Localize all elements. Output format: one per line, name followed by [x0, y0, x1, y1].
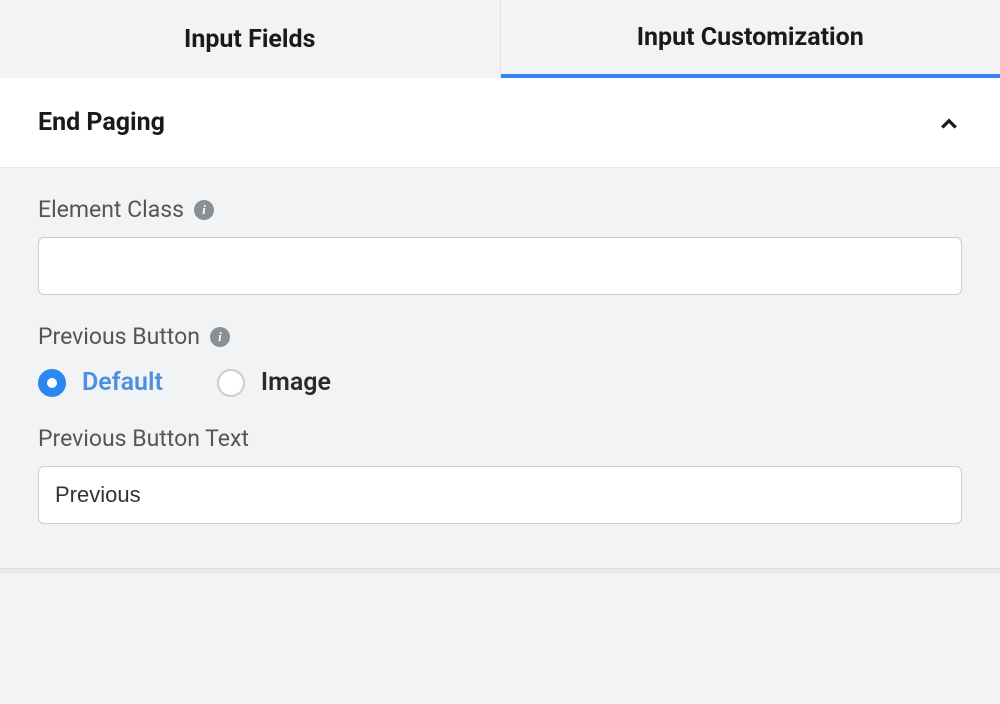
previous-button-text-input[interactable] [38, 466, 962, 524]
field-element-class: Element Class i [38, 196, 962, 295]
field-previous-button: Previous Button i Default Image [38, 323, 962, 397]
field-label: Previous Button Text [38, 425, 962, 452]
label-text: Previous Button [38, 323, 200, 350]
divider [0, 568, 1000, 574]
tab-input-fields[interactable]: Input Fields [0, 0, 501, 78]
radio-label: Image [261, 368, 331, 397]
info-icon[interactable]: i [194, 200, 214, 220]
radio-circle-icon [217, 369, 245, 397]
chevron-up-icon [936, 110, 962, 136]
field-label: Previous Button i [38, 323, 962, 350]
radio-option-image[interactable]: Image [217, 368, 331, 397]
field-previous-button-text: Previous Button Text [38, 425, 962, 524]
tab-input-customization[interactable]: Input Customization [501, 0, 1000, 78]
tab-label: Input Customization [637, 23, 864, 52]
radio-row: Default Image [38, 368, 962, 397]
tab-label: Input Fields [184, 25, 315, 54]
radio-circle-icon [38, 369, 66, 397]
label-text: Element Class [38, 196, 184, 223]
section-header[interactable]: End Paging [0, 78, 1000, 168]
element-class-input[interactable] [38, 237, 962, 295]
info-icon[interactable]: i [210, 327, 230, 347]
panel-body: Element Class i Previous Button i Defaul… [0, 168, 1000, 564]
field-label: Element Class i [38, 196, 962, 223]
section-title: End Paging [38, 108, 165, 137]
tabs-bar: Input Fields Input Customization [0, 0, 1000, 78]
radio-label: Default [82, 368, 163, 397]
label-text: Previous Button Text [38, 425, 249, 452]
radio-option-default[interactable]: Default [38, 368, 163, 397]
